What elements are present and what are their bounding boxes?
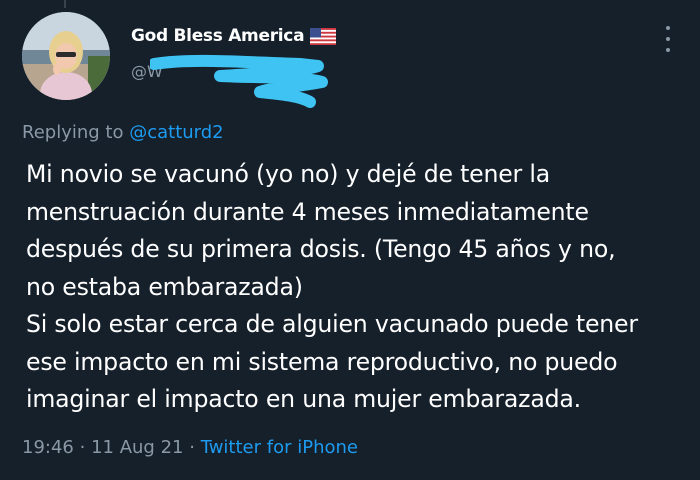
more-dot [666,26,670,30]
avatar[interactable] [22,12,110,100]
more-options-icon[interactable] [664,26,672,52]
replying-to-mention[interactable]: @catturd2 [129,122,223,143]
tweet-date[interactable]: 11 Aug 21 [91,437,183,458]
replying-prefix: Replying to [22,122,124,143]
more-dot [666,37,670,41]
author-name-row[interactable]: God Bless America [131,26,337,46]
display-name[interactable]: God Bless America [131,26,305,46]
redaction-scribble [150,54,328,108]
more-dot [666,48,670,52]
tweet-text: Mi novio se vacunó (yo no) y dejé de ten… [26,160,638,413]
meta-separator: · [79,437,86,458]
tweet-meta: 19:46 · 11 Aug 21 · Twitter for iPhone [22,437,358,458]
tweet-time[interactable]: 19:46 [22,437,74,458]
avatar-image [22,12,110,100]
flag-us-icon [310,27,337,45]
tweet-source[interactable]: Twitter for iPhone [201,437,358,458]
meta-separator: · [189,437,195,458]
thread-line [64,0,66,8]
replying-to-line: Replying to @catturd2 [22,122,224,143]
